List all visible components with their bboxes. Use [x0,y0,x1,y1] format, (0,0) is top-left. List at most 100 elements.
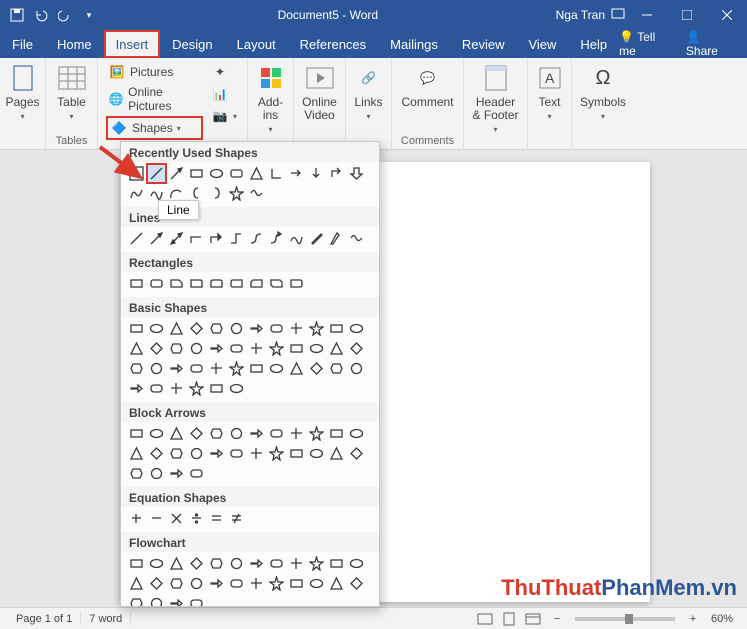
shape-line-arrow[interactable] [167,164,186,183]
tab-mailings[interactable]: Mailings [378,30,450,58]
shape-flow-2[interactable] [167,554,186,573]
shape-arrow-16[interactable] [207,444,226,463]
shape-flow-14[interactable] [167,574,186,593]
user-name[interactable]: Nga Tran [556,8,605,22]
shape-eq-plus[interactable] [127,509,146,528]
shape-basic-4[interactable] [207,319,226,338]
shape-basic-15[interactable] [187,339,206,358]
shape-flow-21[interactable] [307,574,326,593]
shape-line-10[interactable] [307,229,326,248]
shape-basic-16[interactable] [207,339,226,358]
save-button[interactable] [6,4,28,26]
shape-arrow-bent[interactable] [327,164,346,183]
shape-rect[interactable] [187,164,206,183]
shape-r7[interactable] [247,274,266,293]
tab-insert[interactable]: Insert [104,30,161,58]
shape-arrow-23[interactable] [347,444,366,463]
undo-button[interactable] [30,4,52,26]
shape-basic-30[interactable] [247,359,266,378]
shape-line-12[interactable] [347,229,366,248]
shape-basic-8[interactable] [287,319,306,338]
shape-line-6[interactable] [227,229,246,248]
zoom-in[interactable]: + [681,610,705,628]
shape-basic-11[interactable] [347,319,366,338]
view-print-layout[interactable] [497,610,521,628]
shape-basic-24[interactable] [127,359,146,378]
tell-me[interactable]: 💡 Tell me [619,30,674,58]
shape-basic-0[interactable] [127,319,146,338]
tab-view[interactable]: View [516,30,568,58]
shape-r5[interactable] [207,274,226,293]
shape-flow-8[interactable] [287,554,306,573]
shape-r9[interactable] [287,274,306,293]
shape-basic-13[interactable] [147,339,166,358]
shape-flow-12[interactable] [127,574,146,593]
shape-arrow-6[interactable] [247,424,266,443]
shapes-button[interactable]: 🔷Shapes ▾ [106,116,203,140]
shape-basic-41[interactable] [227,379,246,398]
shape-basic-6[interactable] [247,319,266,338]
shape-basic-20[interactable] [287,339,306,358]
zoom-out[interactable]: − [545,610,569,628]
shape-basic-12[interactable] [127,339,146,358]
shape-l[interactable] [267,164,286,183]
shape-basic-25[interactable] [147,359,166,378]
shape-arrow-15[interactable] [187,444,206,463]
close-button[interactable] [707,0,747,30]
shape-arrow-24[interactable] [127,464,146,483]
shape-arrow-18[interactable] [247,444,266,463]
shape-arrow-2[interactable] [167,424,186,443]
shape-triangle[interactable] [247,164,266,183]
screenshot-button[interactable]: 📷▾ [209,106,239,126]
tab-review[interactable]: Review [450,30,517,58]
shape-basic-27[interactable] [187,359,206,378]
shape-eq-div[interactable] [187,509,206,528]
shape-line-8[interactable] [267,229,286,248]
online-video-button[interactable]: Online Video [302,62,337,122]
share-button[interactable]: 👤 Share [686,30,735,58]
shape-line-1[interactable] [127,229,146,248]
shape-basic-9[interactable] [307,319,326,338]
shape-arrow-5[interactable] [227,424,246,443]
shape-line-9[interactable] [287,229,306,248]
shape-arrow-22[interactable] [327,444,346,463]
shape-star5[interactable] [227,184,246,203]
ribbon-display-options[interactable] [611,8,625,23]
shape-flow-3[interactable] [187,554,206,573]
shape-scribble2[interactable] [247,184,266,203]
shape-flow-15[interactable] [187,574,206,593]
shape-line-7[interactable] [247,229,266,248]
icons-button[interactable]: ✦ [209,62,239,82]
shape-eq-mult[interactable] [167,509,186,528]
symbols-button[interactable]: Ω Symbols▾ [580,62,626,122]
shape-line-5[interactable] [207,229,226,248]
shape-arrow-25[interactable] [147,464,166,483]
shape-arrow-0[interactable] [127,424,146,443]
zoom-slider[interactable] [575,617,675,621]
shape-basic-17[interactable] [227,339,246,358]
tab-home[interactable]: Home [45,30,104,58]
shape-arrow-26[interactable] [167,464,186,483]
shape-line[interactable] [147,164,166,183]
shape-flow-26[interactable] [167,594,186,607]
minimize-button[interactable] [627,0,667,30]
shape-arrow-12[interactable] [127,444,146,463]
shape-basic-32[interactable] [287,359,306,378]
shape-flow-27[interactable] [187,594,206,607]
tab-layout[interactable]: Layout [225,30,288,58]
tab-file[interactable]: File [0,30,45,58]
tab-references[interactable]: References [288,30,378,58]
shape-flow-7[interactable] [267,554,286,573]
shape-arrow-27[interactable] [187,464,206,483]
shape-arrow-1[interactable] [147,424,166,443]
status-page[interactable]: Page 1 of 1 [8,613,81,625]
shape-basic-2[interactable] [167,319,186,338]
shape-arrow-10[interactable] [327,424,346,443]
shape-r2[interactable] [147,274,166,293]
shape-flow-19[interactable] [267,574,286,593]
shape-arrow-20[interactable] [287,444,306,463]
tab-design[interactable]: Design [160,30,224,58]
shape-flow-22[interactable] [327,574,346,593]
shape-basic-23[interactable] [347,339,366,358]
shape-flow-24[interactable] [127,594,146,607]
